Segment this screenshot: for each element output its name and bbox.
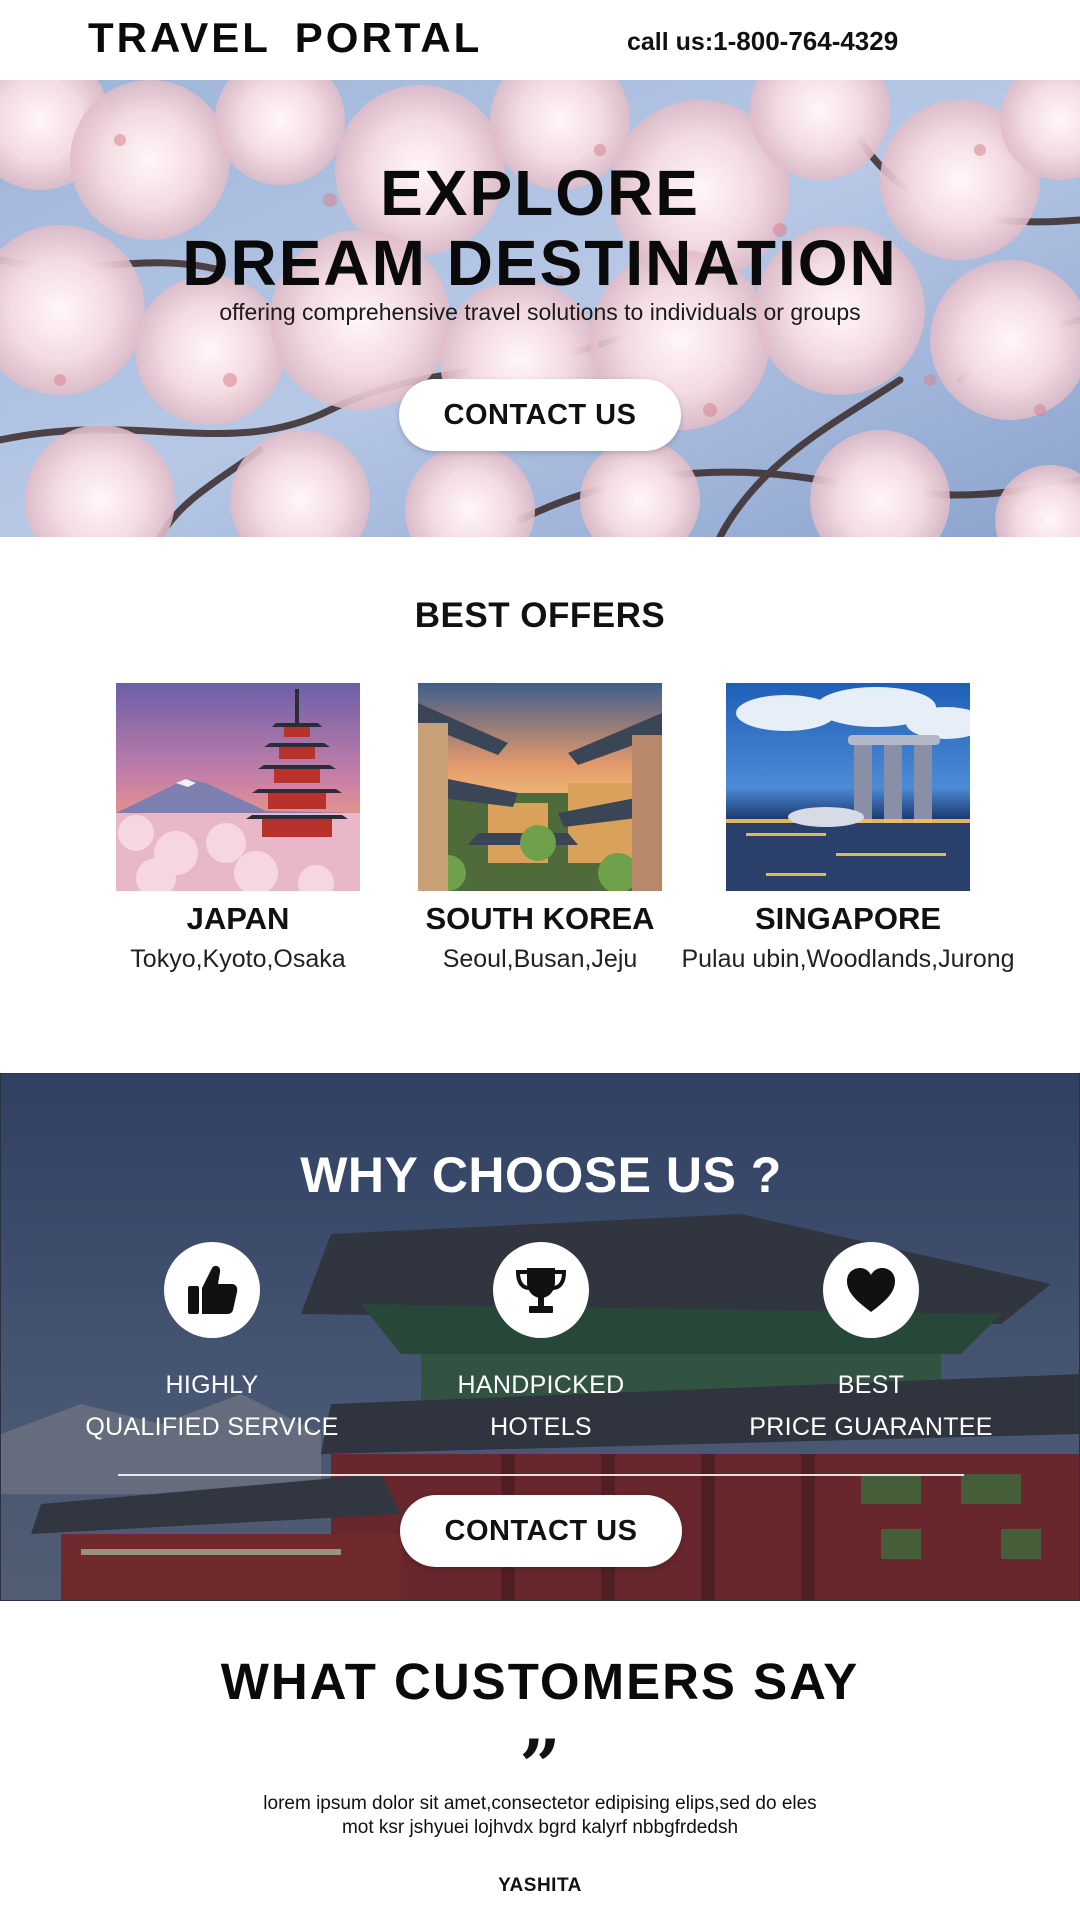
feature-line2: HOTELS — [490, 1413, 592, 1441]
feature-handpicked-hotels: HANDPICKED HOTELS — [376, 1242, 706, 1448]
testimonials-title: WHAT CUSTOMERS SAY — [220, 1653, 860, 1710]
feature-line1: HANDPICKED — [457, 1371, 625, 1399]
feature-icon-circle — [164, 1242, 260, 1338]
top-bar: TRAVEL PORTAL call us:1-800-764-4329 — [0, 0, 1080, 80]
offer-card-singapore[interactable]: SINGAPORE Pulau ubin,Woodlands,Jurong — [678, 683, 1018, 974]
heart-icon — [847, 1268, 895, 1312]
trophy-icon — [515, 1268, 567, 1313]
offer-card-south-korea[interactable]: SOUTH KOREA Seoul,Busan,Jeju — [370, 683, 710, 974]
offer-name: JAPAN — [186, 901, 290, 936]
feature-price-guarantee: BEST PRICE GUARANTEE — [706, 1242, 1036, 1448]
phone-number[interactable]: 1-800-764-4329 — [713, 26, 898, 56]
thumbs-up-icon — [188, 1265, 238, 1314]
offer-name: SINGAPORE — [754, 901, 942, 936]
hero-title-line2: DREAM DESTINATION — [182, 227, 898, 299]
offer-card-japan[interactable]: JAPAN Tokyo,Kyoto,Osaka — [68, 683, 408, 974]
feature-line2: PRICE GUARANTEE — [749, 1413, 993, 1441]
phone-label: call us: — [627, 28, 714, 56]
feature-qualified-service: HIGHLY QUALIFIED SERVICE — [47, 1242, 377, 1448]
offers-title: BEST OFFERS — [414, 596, 666, 635]
hero-title-line1: EXPLORE — [380, 157, 700, 229]
offer-cities: Pulau ubin,Woodlands,Jurong — [681, 945, 1015, 973]
feature-line1: HIGHLY — [165, 1371, 259, 1399]
offer-cities: Seoul,Busan,Jeju — [442, 945, 638, 973]
testimonial-line2: mot ksr jshyuei lojhvdx bgrd kalyrf nbbg… — [341, 1817, 739, 1838]
offer-name: SOUTH KOREA — [425, 901, 655, 936]
why-contact-button[interactable]: CONTACT US — [400, 1495, 682, 1567]
hero-subtitle: offering comprehensive travel solutions … — [219, 299, 861, 325]
testimonial-line1: lorem ipsum dolor sit amet,consectetor e… — [263, 1793, 817, 1814]
phone-contact: call us:1-800-764-4329 — [627, 26, 898, 57]
singapore-image[interactable] — [726, 683, 970, 891]
south-korea-image[interactable] — [418, 683, 662, 891]
testimonial-text: lorem ipsum dolor sit amet,consectetor e… — [0, 1792, 1080, 1840]
testimonial-author: YASHITA — [498, 1875, 582, 1896]
divider-line — [118, 1474, 964, 1476]
site-logo[interactable]: TRAVEL PORTAL — [88, 14, 482, 62]
japan-image[interactable] — [116, 683, 360, 891]
hero-contact-button[interactable]: CONTACT US — [399, 379, 681, 451]
feature-icon-circle — [823, 1242, 919, 1338]
feature-line1: BEST — [837, 1371, 905, 1399]
hero-banner: EXPLORE DREAM DESTINATION offering compr… — [0, 80, 1080, 537]
offer-cities: Tokyo,Kyoto,Osaka — [130, 945, 346, 973]
why-title: WHY CHOOSE US ? — [300, 1147, 782, 1203]
feature-icon-circle — [493, 1242, 589, 1338]
why-choose-us-section: WHY CHOOSE US ? HIGHLY QUALIFIED SERVICE… — [0, 1073, 1080, 1601]
feature-line2: QUALIFIED SERVICE — [85, 1413, 339, 1441]
